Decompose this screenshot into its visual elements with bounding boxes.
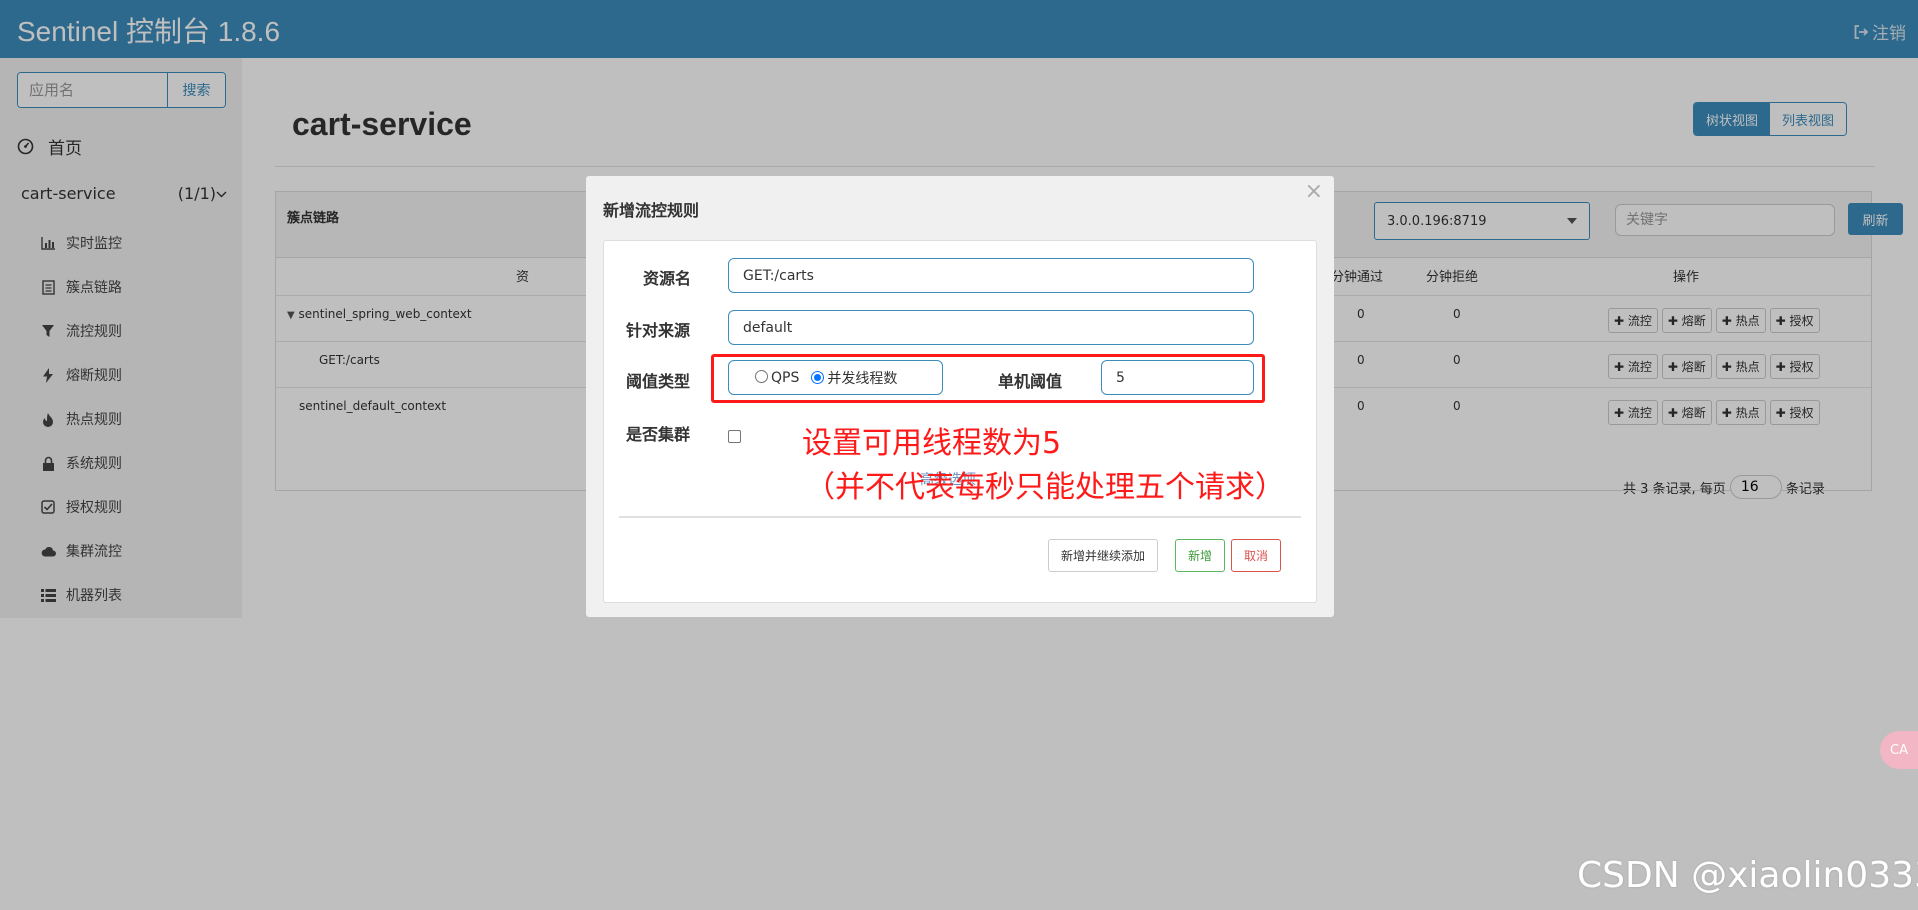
- resource-name-input[interactable]: [728, 258, 1254, 293]
- watermark: CSDN @xiaolin0333: [1577, 855, 1918, 896]
- add-and-continue-button[interactable]: 新增并继续添加: [1048, 539, 1159, 572]
- cluster-mode-label: 是否集群: [626, 425, 691, 444]
- add-button[interactable]: 新增: [1175, 539, 1226, 572]
- threshold-type-label: 阈值类型: [626, 372, 691, 391]
- limit-origin-label: 针对来源: [626, 321, 691, 340]
- cancel-button[interactable]: 取消: [1231, 539, 1282, 572]
- dialog-title: 新增流控规则: [603, 201, 700, 220]
- highlight-annotation-box: [711, 354, 1265, 403]
- dialog-body: 资源名 针对来源 阈值类型 QPS 并发线程数 单机阈值 是否集群 高级选项 设…: [603, 240, 1317, 603]
- limit-origin-input[interactable]: [728, 310, 1254, 345]
- add-flow-rule-dialog: 新增流控规则 × 资源名 针对来源 阈值类型 QPS 并发线程数 单机阈值 是否…: [586, 176, 1334, 617]
- close-icon[interactable]: ×: [1305, 181, 1323, 203]
- annotation-text: （并不代表每秒只能处理五个请求）: [805, 470, 1285, 505]
- annotation-text: 设置可用线程数为5: [802, 426, 1062, 461]
- cluster-mode-checkbox[interactable]: [728, 430, 741, 443]
- dialog-divider: [619, 516, 1301, 518]
- floating-translate-badge[interactable]: CA: [1880, 731, 1918, 769]
- resource-name-label: 资源名: [643, 269, 692, 288]
